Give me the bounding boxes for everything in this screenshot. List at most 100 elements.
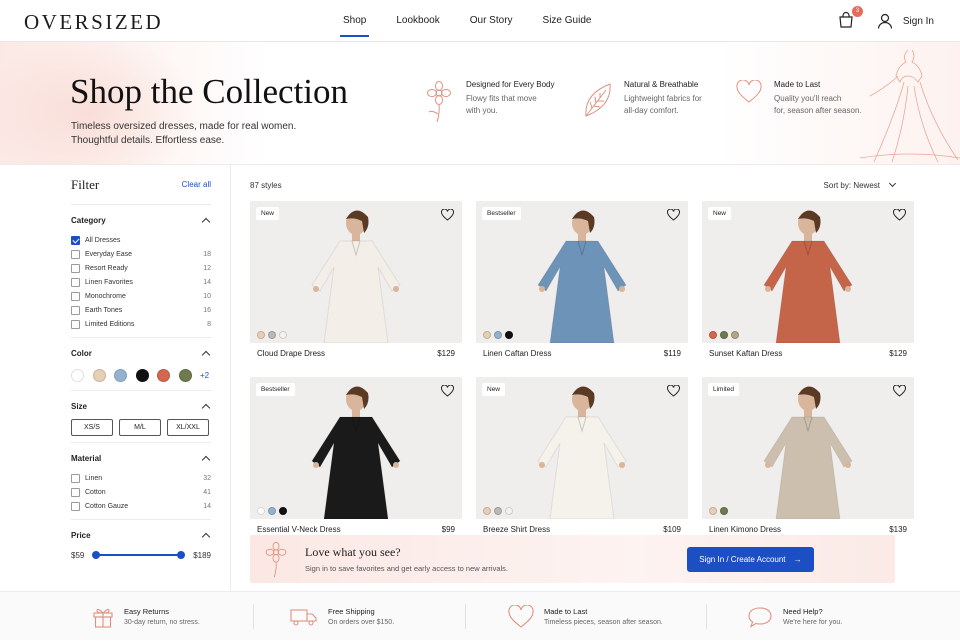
checkbox[interactable] xyxy=(71,487,80,497)
category-section: Category All Dresses Everyday Ease 18 Res… xyxy=(71,205,211,338)
button-label: Sign In / Create Account xyxy=(699,555,786,564)
category-toggle[interactable]: Category xyxy=(71,213,211,227)
color-swatch[interactable] xyxy=(114,368,127,382)
color-dot[interactable] xyxy=(505,507,513,515)
checkbox[interactable] xyxy=(71,249,80,259)
category-option[interactable]: Everyday Ease 18 xyxy=(71,247,211,261)
color-swatch[interactable] xyxy=(71,368,84,382)
category-option[interactable]: All Dresses xyxy=(71,233,211,247)
product-image[interactable]: New xyxy=(476,377,688,519)
checkbox[interactable] xyxy=(71,501,80,511)
size-option[interactable]: XS/S xyxy=(71,419,113,436)
color-dot[interactable] xyxy=(709,331,717,339)
checkbox[interactable] xyxy=(71,305,80,315)
category-option[interactable]: Resort Ready 12 xyxy=(71,261,211,275)
product-card[interactable]: New Sunset Kaftan Dress $129 xyxy=(702,201,914,358)
material-section: Material Linen 32 Cotton 41 Cotton Gauze 14 xyxy=(71,443,211,520)
color-dot[interactable] xyxy=(268,507,276,515)
color-dot[interactable] xyxy=(709,507,717,515)
size-option[interactable]: XL/XXL xyxy=(167,419,209,436)
product-info: Essential V-Neck Dress $99 xyxy=(250,519,462,534)
product-card[interactable]: New Breeze Shirt Dress $109 xyxy=(476,377,688,534)
product-card[interactable]: New Cloud Drape Dress $129 xyxy=(250,201,462,358)
favorite-heart-icon[interactable] xyxy=(892,384,907,402)
cart-button[interactable]: 3 xyxy=(837,6,863,31)
feature-breathable: Natural & Breathable Lightweight fabrics… xyxy=(582,80,734,120)
product-card[interactable]: Bestseller Linen Caftan Dress $119 xyxy=(476,201,688,358)
color-dot[interactable] xyxy=(494,507,502,515)
nav-size-guide[interactable]: Size Guide xyxy=(530,0,605,42)
checkbox-checked[interactable] xyxy=(71,235,80,245)
category-option[interactable]: Earth Tones 16 xyxy=(71,303,211,317)
color-dot[interactable] xyxy=(279,331,287,339)
product-name[interactable]: Linen Caftan Dress xyxy=(483,349,551,358)
color-dot[interactable] xyxy=(257,507,265,515)
category-option[interactable]: Linen Favorites 14 xyxy=(71,275,211,289)
color-swatch[interactable] xyxy=(92,368,106,382)
nav-shop[interactable]: Shop xyxy=(330,0,379,42)
chevron-up-icon xyxy=(201,455,211,464)
product-name[interactable]: Cloud Drape Dress xyxy=(257,349,325,358)
product-name[interactable]: Essential V-Neck Dress xyxy=(257,525,341,534)
product-image[interactable]: Limited xyxy=(702,377,914,519)
color-dot[interactable] xyxy=(731,331,739,339)
product-image[interactable]: Bestseller xyxy=(476,201,688,343)
material-option[interactable]: Cotton Gauze 14 xyxy=(71,499,211,513)
slider-min-handle[interactable] xyxy=(92,551,101,559)
nav-lookbook[interactable]: Lookbook xyxy=(383,0,452,42)
slider-max-handle[interactable] xyxy=(177,551,186,559)
size-toggle[interactable]: Size xyxy=(71,399,211,413)
brand-logo[interactable]: OVERSIZED xyxy=(24,10,163,35)
product-image[interactable]: New xyxy=(702,201,914,343)
color-dot[interactable] xyxy=(483,507,491,515)
nav-our-story[interactable]: Our Story xyxy=(457,0,526,42)
color-dot[interactable] xyxy=(720,507,728,515)
leaf-icon xyxy=(585,83,611,117)
color-dot[interactable] xyxy=(268,331,276,339)
heart-icon xyxy=(508,604,534,628)
color-dot[interactable] xyxy=(257,331,265,339)
product-image[interactable]: New xyxy=(250,201,462,343)
category-option[interactable]: Monochrome 10 xyxy=(71,289,211,303)
size-option[interactable]: M/L xyxy=(119,419,161,436)
sign-in-link[interactable]: Sign In xyxy=(877,13,934,29)
checkbox[interactable] xyxy=(71,263,80,273)
cart-count-badge: 3 xyxy=(851,6,863,17)
color-swatch[interactable] xyxy=(178,368,192,382)
sign-in-create-account-button[interactable]: Sign In / Create Account → xyxy=(687,547,814,572)
color-swatch[interactable] xyxy=(157,368,170,382)
category-option[interactable]: Limited Editions 8 xyxy=(71,317,211,331)
product-card[interactable]: Bestseller Essential V-Neck Dress $99 xyxy=(250,377,462,534)
favorite-heart-icon[interactable] xyxy=(892,208,907,226)
color-dot[interactable] xyxy=(279,507,287,515)
more-colors-link[interactable]: +2 xyxy=(200,371,209,380)
product-name[interactable]: Linen Kimono Dress xyxy=(709,525,781,534)
favorite-heart-icon[interactable] xyxy=(440,208,455,226)
product-name[interactable]: Sunset Kaftan Dress xyxy=(709,349,782,358)
material-option[interactable]: Linen 32 xyxy=(71,471,211,485)
price-toggle[interactable]: Price xyxy=(71,528,211,542)
color-dot[interactable] xyxy=(720,331,728,339)
price-slider[interactable] xyxy=(92,548,186,562)
checkbox[interactable] xyxy=(71,277,80,287)
product-badge: New xyxy=(482,383,506,396)
color-dot[interactable] xyxy=(505,331,513,339)
product-name[interactable]: Breeze Shirt Dress xyxy=(483,525,550,534)
favorite-heart-icon[interactable] xyxy=(666,208,681,226)
color-swatch[interactable] xyxy=(135,368,149,382)
material-option[interactable]: Cotton 41 xyxy=(71,485,211,499)
product-image[interactable]: Bestseller xyxy=(250,377,462,519)
checkbox[interactable] xyxy=(71,291,80,301)
material-toggle[interactable]: Material xyxy=(71,451,211,465)
sort-dropdown[interactable]: Sort by: Newest xyxy=(824,179,897,190)
checkbox[interactable] xyxy=(71,473,80,483)
color-dot[interactable] xyxy=(483,331,491,339)
color-swatches: +2 xyxy=(71,366,211,384)
favorite-heart-icon[interactable] xyxy=(440,384,455,402)
checkbox[interactable] xyxy=(71,319,80,329)
clear-all-link[interactable]: Clear all xyxy=(182,180,211,189)
product-card[interactable]: Limited Linen Kimono Dress $139 xyxy=(702,377,914,534)
color-toggle[interactable]: Color xyxy=(71,346,211,360)
color-dot[interactable] xyxy=(494,331,502,339)
favorite-heart-icon[interactable] xyxy=(666,384,681,402)
